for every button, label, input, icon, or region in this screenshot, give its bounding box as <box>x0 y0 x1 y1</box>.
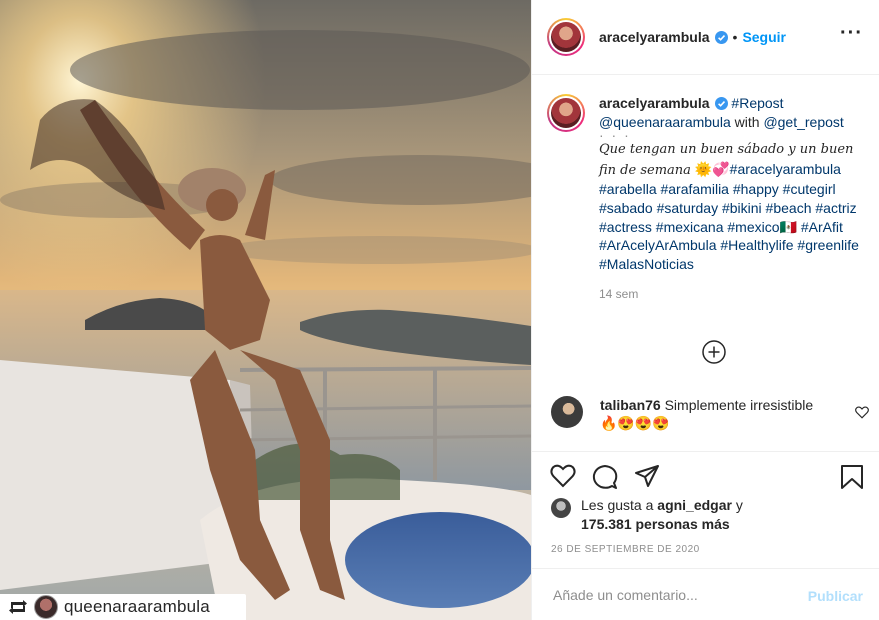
caption-dots: · · · <box>599 127 631 144</box>
post-header: aracelyarambula • Seguir ··· <box>532 0 879 75</box>
comment-emoji: 🔥😍😍😍 <box>600 415 670 431</box>
comment-input[interactable] <box>551 585 785 604</box>
comment-item: taliban76 Simplemente irresistible 🔥😍😍😍 <box>547 396 869 432</box>
caption-username[interactable]: aracelyarambula <box>599 95 710 111</box>
author-username[interactable]: aracelyarambula <box>599 29 710 45</box>
repost-icon <box>9 600 27 614</box>
more-options-icon[interactable]: ··· <box>840 23 863 43</box>
commenter-username[interactable]: taliban76 <box>600 397 661 413</box>
save-bookmark-icon[interactable] <box>840 464 864 490</box>
repost-username: queenaraarambula <box>64 597 210 616</box>
caption-body: aracelyarambula #Repost @queenaraarambul… <box>599 94 867 304</box>
comment-bubble-icon[interactable] <box>592 464 618 490</box>
verified-badge-icon <box>714 97 728 110</box>
follow-button[interactable]: Seguir <box>742 29 786 45</box>
like-heart-icon[interactable] <box>550 464 576 488</box>
publish-button[interactable]: Publicar <box>808 588 863 604</box>
load-more-comments-icon[interactable] <box>702 340 726 364</box>
caption-avatar[interactable] <box>547 94 585 132</box>
repost-tag[interactable]: queenaraarambula <box>0 594 246 620</box>
liker-username[interactable]: agni_edgar <box>657 497 732 513</box>
post-time[interactable]: 14 sem <box>599 285 867 304</box>
share-send-icon[interactable] <box>634 464 660 488</box>
comment-like-heart-icon[interactable] <box>855 406 869 419</box>
caption: aracelyarambula #Repost @queenaraarambul… <box>547 94 867 304</box>
post-date[interactable]: 26 DE SEPTIEMBRE DE 2020 <box>551 544 700 555</box>
post-photo[interactable]: queenaraarambula <box>0 0 531 620</box>
commenter-avatar[interactable] <box>551 396 583 428</box>
author-avatar[interactable] <box>547 18 585 56</box>
separator-dot: • <box>732 29 738 45</box>
likes-count[interactable]: 175.381 personas más <box>581 516 730 532</box>
likes-prefix: Les gusta a <box>581 497 658 513</box>
verified-badge-icon <box>714 30 728 44</box>
post-sidebar: aracelyarambula • Seguir ··· aracelyaram… <box>531 0 879 620</box>
hashtag-repost[interactable]: #Repost <box>731 95 783 111</box>
caption-with: with <box>730 113 764 130</box>
comment-text: Simplemente irresistible <box>664 397 814 413</box>
likes-connector: y <box>731 497 743 513</box>
photo-image <box>0 0 531 620</box>
liker-avatar[interactable] <box>551 498 571 518</box>
likes-summary: Les gusta a agni_edgar y 175.381 persona… <box>551 496 743 534</box>
add-comment-bar: Publicar <box>532 568 879 620</box>
caption-emoji: 🌞💞 <box>694 160 730 177</box>
repost-avatar <box>34 595 58 619</box>
mention-get-repost[interactable]: @get_repost <box>763 114 843 130</box>
